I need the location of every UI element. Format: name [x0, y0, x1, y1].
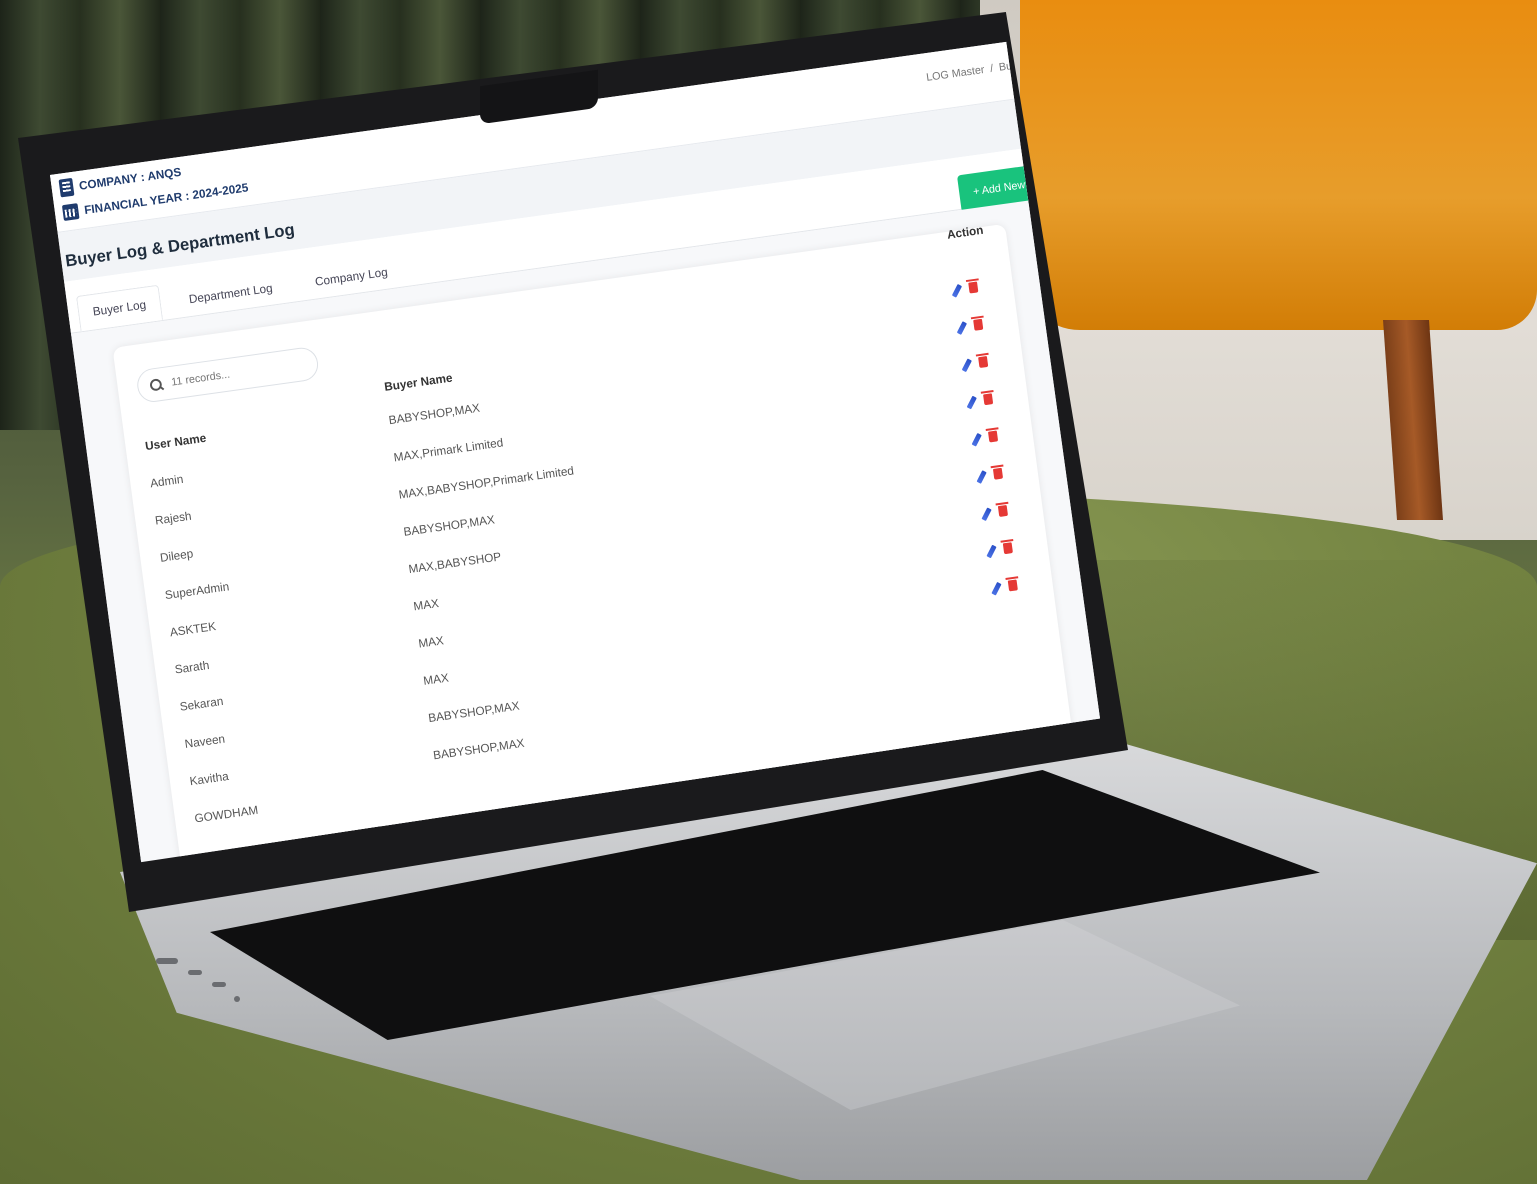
cell-user-name: Admin [149, 471, 185, 491]
edit-icon[interactable] [971, 432, 982, 447]
edit-icon[interactable] [991, 581, 1002, 596]
cell-user-name: GOWDHAM [193, 802, 259, 826]
edit-icon[interactable] [966, 395, 977, 410]
edit-icon[interactable] [961, 358, 972, 373]
edit-icon[interactable] [986, 544, 997, 559]
delete-icon[interactable] [987, 430, 999, 443]
search-icon [149, 378, 163, 392]
app-window: COMPANY : ANQS FINANCIAL YEAR : 2024-202… [50, 40, 1100, 863]
delete-icon[interactable] [978, 356, 989, 369]
cell-user-name: SuperAdmin [164, 579, 230, 603]
cell-user-name: Naveen [183, 731, 226, 751]
edit-icon[interactable] [956, 321, 967, 335]
delete-icon[interactable] [973, 318, 984, 331]
cell-user-name: ASKTEK [169, 619, 217, 640]
delete-icon[interactable] [992, 467, 1004, 480]
cell-user-name: Sarath [173, 658, 211, 677]
breadcrumb-separator: / [989, 62, 994, 75]
cell-buyer-name: BABYSHOP,MAX [387, 400, 481, 428]
delete-icon[interactable] [1007, 579, 1018, 592]
building-icon [58, 177, 75, 198]
search-box[interactable] [135, 345, 321, 405]
delete-icon[interactable] [997, 504, 1009, 517]
laptop-ports [148, 948, 248, 1018]
edit-icon[interactable] [951, 283, 963, 298]
delete-icon[interactable] [1002, 542, 1013, 555]
cell-user-name: Kavitha [188, 769, 230, 789]
background-chair-seat [1020, 0, 1537, 330]
company-label: COMPANY : ANQS [78, 164, 182, 193]
row-actions [956, 318, 984, 335]
cell-user-name: Dileep [159, 546, 194, 565]
edit-icon[interactable] [976, 470, 987, 484]
column-header-action: Action [946, 222, 985, 242]
delete-icon[interactable] [983, 393, 994, 406]
search-input[interactable] [168, 356, 311, 390]
row-actions [951, 281, 979, 298]
delete-icon[interactable] [968, 281, 979, 294]
calendar-icon [61, 203, 80, 221]
cell-user-name: Rajesh [154, 508, 193, 528]
column-header-buyer-name[interactable]: Buyer Name [383, 371, 453, 394]
edit-icon[interactable] [981, 507, 992, 522]
cell-user-name: Sekaran [178, 693, 225, 714]
column-header-user-name[interactable]: User Name [144, 431, 207, 453]
